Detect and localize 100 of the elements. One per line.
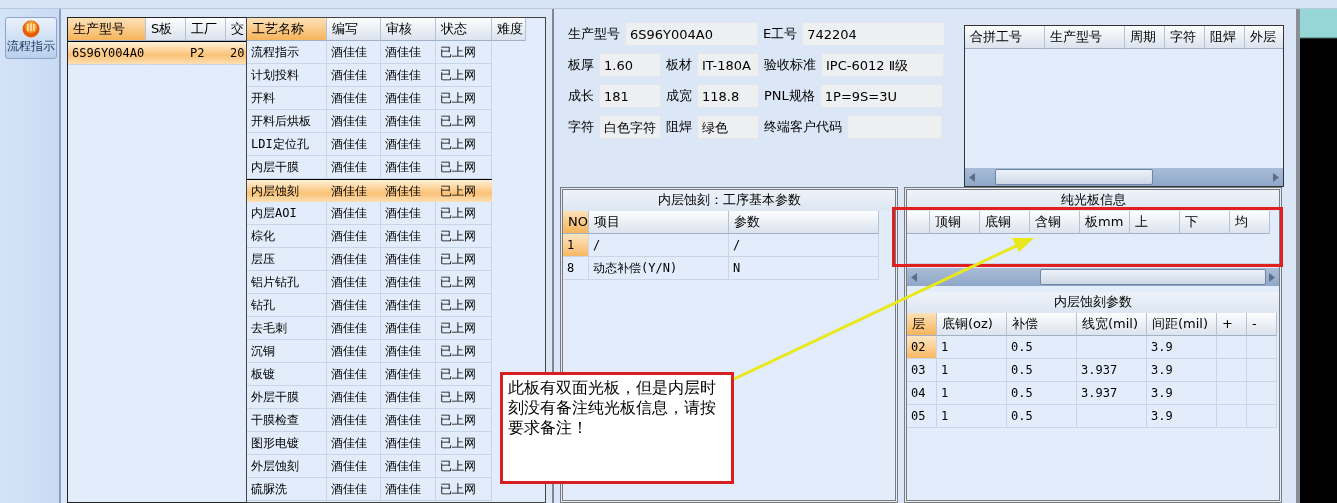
column-header[interactable]: 线宽(mil) bbox=[1077, 313, 1147, 336]
input-field[interactable]: 6S96Y004A0 bbox=[625, 21, 758, 46]
horizontal-scrollbar[interactable] bbox=[965, 168, 1283, 186]
column-header[interactable]: 外层 bbox=[1245, 26, 1283, 49]
table-cell: 8 bbox=[563, 257, 589, 280]
table-row[interactable]: 03 1 0.5 3.937 3.9 bbox=[907, 359, 1279, 382]
column-header[interactable]: 交 bbox=[226, 18, 247, 41]
column-header[interactable]: 工艺名称 bbox=[247, 18, 327, 41]
table-row[interactable]: 6S96Y004A0 P2 20 bbox=[68, 41, 247, 64]
column-header[interactable]: S板 bbox=[146, 18, 186, 41]
panel-title: 内层蚀刻参数 bbox=[907, 292, 1279, 313]
table-cell: 02 bbox=[907, 336, 937, 359]
table-row[interactable]: 开料 酒佳佳 酒佳佳 已上网 bbox=[247, 87, 492, 110]
column-header[interactable]: 上 bbox=[1130, 211, 1180, 234]
column-header[interactable]: 下 bbox=[1180, 211, 1230, 234]
table-row[interactable]: 开料后烘板 酒佳佳 酒佳佳 已上网 bbox=[247, 110, 492, 133]
table-row[interactable]: 沉铜 酒佳佳 酒佳佳 已上网 bbox=[247, 340, 492, 363]
column-header[interactable]: 字符 bbox=[1165, 26, 1205, 49]
table-row[interactable]: 流程指示 酒佳佳 酒佳佳 已上网 bbox=[247, 41, 492, 64]
column-header[interactable]: 底铜(oz) bbox=[937, 313, 1007, 336]
column-header[interactable]: 顶铜 bbox=[930, 211, 980, 234]
column-header[interactable]: 工厂 bbox=[186, 18, 226, 41]
input-field[interactable]: 742204 bbox=[802, 21, 946, 46]
field-label: E工号 bbox=[763, 24, 798, 43]
field-label: 板厚 bbox=[568, 55, 594, 74]
table-cell: 已上网 bbox=[436, 478, 492, 501]
column-header[interactable]: 参数 bbox=[729, 211, 879, 234]
table-row[interactable]: 02 1 0.5 3.9 bbox=[907, 336, 1279, 359]
panel-title: 内层蚀刻：工序基本参数 bbox=[563, 190, 895, 211]
column-header[interactable]: 编写 bbox=[327, 18, 381, 41]
table-row[interactable]: LDI定位孔 酒佳佳 酒佳佳 已上网 bbox=[247, 133, 492, 156]
note-text: 此板有双面光板，但是内层时刻没有备注纯光板信息，请按要求备注！ bbox=[508, 378, 716, 437]
table-row[interactable]: 04 1 0.5 3.937 3.9 bbox=[907, 382, 1279, 405]
scroll-thumb[interactable] bbox=[995, 169, 1153, 185]
field-label: 生产型号 bbox=[568, 24, 620, 43]
table-cell: 1 bbox=[563, 234, 589, 257]
table-row[interactable]: 去毛刺 酒佳佳 酒佳佳 已上网 bbox=[247, 317, 492, 340]
horizontal-scrollbar[interactable] bbox=[907, 268, 1279, 286]
table-cell bbox=[1217, 405, 1247, 428]
table-cell: 酒佳佳 bbox=[327, 478, 381, 501]
table-row[interactable]: 层压 酒佳佳 酒佳佳 已上网 bbox=[247, 248, 492, 271]
input-field[interactable]: 181 bbox=[599, 83, 661, 108]
column-header[interactable]: + bbox=[1217, 313, 1247, 336]
input-field[interactable]: 白色字符 bbox=[599, 114, 661, 139]
input-field[interactable]: 118.8 bbox=[697, 83, 759, 108]
flow-button[interactable]: 流程指示 bbox=[5, 17, 57, 59]
table-row[interactable]: 内层AOI 酒佳佳 酒佳佳 已上网 bbox=[247, 202, 492, 225]
column-header[interactable]: 阻焊 bbox=[1205, 26, 1245, 49]
table-cell: 6S96Y004A0 bbox=[68, 42, 146, 65]
table-row[interactable]: 钻孔 酒佳佳 酒佳佳 已上网 bbox=[247, 294, 492, 317]
table-row[interactable]: 铝片钻孔 酒佳佳 酒佳佳 已上网 bbox=[247, 271, 492, 294]
column-header[interactable]: 底铜 bbox=[980, 211, 1030, 234]
column-header[interactable]: 生产型号 bbox=[1045, 26, 1125, 49]
input-field[interactable]: IPC-6012 Ⅱ级 bbox=[821, 52, 944, 77]
field-label: PNL规格 bbox=[764, 86, 815, 105]
column-header[interactable]: 层 bbox=[907, 313, 937, 336]
column-header[interactable]: 审核 bbox=[381, 18, 436, 41]
table-row[interactable]: 硫脲洗 酒佳佳 酒佳佳 已上网 bbox=[247, 478, 492, 501]
table-row[interactable]: 棕化 酒佳佳 酒佳佳 已上网 bbox=[247, 225, 492, 248]
input-field[interactable]: 绿色 bbox=[697, 114, 759, 139]
column-header[interactable]: 难度 bbox=[492, 18, 526, 41]
ball-icon bbox=[22, 20, 40, 38]
scroll-thumb[interactable] bbox=[1040, 269, 1266, 285]
field-label: 成宽 bbox=[666, 86, 692, 105]
column-header[interactable]: 板mm bbox=[1080, 211, 1130, 234]
table-row[interactable]: 外层干膜 酒佳佳 酒佳佳 已上网 bbox=[247, 386, 492, 409]
table-row[interactable]: 内层蚀刻 酒佳佳 酒佳佳 已上网 bbox=[247, 179, 492, 202]
table-cell bbox=[1247, 405, 1277, 428]
table-row[interactable]: 内层干膜 酒佳佳 酒佳佳 已上网 bbox=[247, 156, 492, 179]
column-header[interactable]: 合拼工号 bbox=[965, 26, 1045, 49]
table-cell bbox=[1077, 405, 1147, 428]
column-header[interactable]: 周期 bbox=[1125, 26, 1165, 49]
field-label: 字符 bbox=[568, 117, 594, 136]
field-label: 阻焊 bbox=[666, 117, 692, 136]
input-field[interactable]: 1.60 bbox=[599, 52, 661, 77]
column-header[interactable]: 生产型号 bbox=[68, 18, 146, 41]
column-header[interactable]: 间距(mil) bbox=[1147, 313, 1217, 336]
field-label: 终端客户代码 bbox=[764, 117, 842, 136]
input-field[interactable]: 1P=9S=3U bbox=[819, 83, 943, 108]
table-cell: 酒佳佳 bbox=[381, 478, 436, 501]
table-cell: P2 bbox=[186, 42, 226, 65]
table-cell: 1 bbox=[937, 405, 1007, 428]
table-row[interactable]: 图形电镀 酒佳佳 酒佳佳 已上网 bbox=[247, 432, 492, 455]
column-header[interactable]: - bbox=[1247, 313, 1277, 336]
table-row[interactable]: 板镀 酒佳佳 酒佳佳 已上网 bbox=[247, 363, 492, 386]
column-header[interactable]: 补偿 bbox=[1007, 313, 1077, 336]
table-row[interactable]: 计划投料 酒佳佳 酒佳佳 已上网 bbox=[247, 64, 492, 87]
table-cell: 动态补偿(Y/N) bbox=[589, 257, 729, 280]
field-label: 验收标准 bbox=[764, 55, 816, 74]
field-label: 板材 bbox=[666, 55, 692, 74]
column-header bbox=[907, 211, 930, 234]
table-row[interactable]: 干膜检查 酒佳佳 酒佳佳 已上网 bbox=[247, 409, 492, 432]
table-row[interactable]: 外层蚀刻 酒佳佳 酒佳佳 已上网 bbox=[247, 455, 492, 478]
column-header[interactable]: NO bbox=[563, 211, 589, 234]
table-row[interactable]: 05 1 0.5 3.9 bbox=[907, 405, 1279, 428]
column-header[interactable]: 均 bbox=[1230, 211, 1270, 234]
input-field[interactable]: IT-180A bbox=[697, 52, 759, 77]
column-header[interactable]: 状态 bbox=[436, 18, 492, 41]
column-header[interactable]: 含铜 bbox=[1030, 211, 1080, 234]
column-header[interactable]: 项目 bbox=[589, 211, 729, 234]
